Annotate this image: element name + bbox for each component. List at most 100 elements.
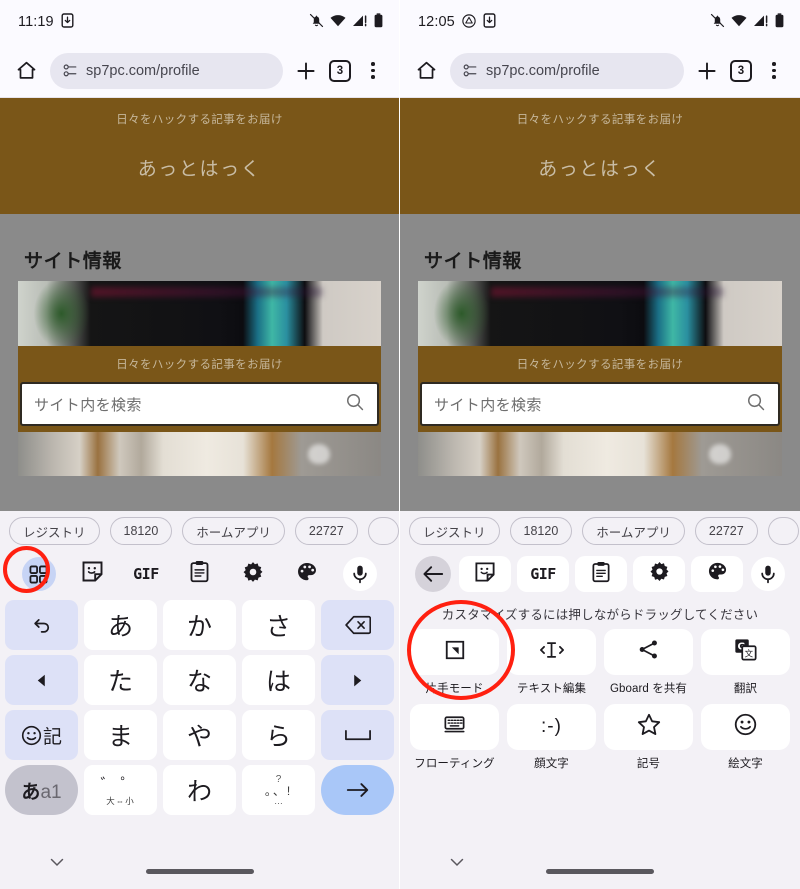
kaomoji-icon[interactable]: :-) [541,716,562,738]
toolbar-grid-apps-button[interactable] [12,556,66,592]
chevron-down-icon[interactable] [50,854,64,872]
menu-item-text-editing[interactable]: テキスト編集 [507,629,596,696]
suggestion-chip[interactable]: レジストリ [9,517,100,545]
sticker-icon[interactable] [81,560,104,588]
home-button[interactable] [11,56,41,86]
suggestion-chip[interactable]: 22727 [694,517,758,545]
overflow-menu-button[interactable] [761,57,787,85]
toolbar-voice-button[interactable] [746,556,790,592]
menu-item-symbols[interactable]: 記号 [604,704,693,771]
grid-apps-icon[interactable] [21,557,56,591]
floating-keyboard-icon[interactable] [443,715,466,740]
menu-item-floating[interactable]: フローティング [410,704,499,771]
suggestion-chip-partial[interactable] [367,517,399,545]
kana-key-ra[interactable]: ら [242,710,315,760]
settings-gear-icon[interactable] [242,561,264,588]
site-search-placeholder: サイト内を検索 [434,396,542,414]
emoji-smiley-icon[interactable] [734,713,757,741]
emoji-symbol-key[interactable]: 記 [5,710,78,760]
toolbar-sticker-button[interactable] [66,556,120,592]
home-button[interactable] [411,56,441,86]
search-icon[interactable] [746,392,766,417]
address-bar[interactable]: sp7pc.com/profile [450,52,684,89]
punctuation-key[interactable]: ? 。、! … [242,765,315,815]
new-tab-button[interactable] [292,57,320,85]
toolbar-back-button[interactable] [410,556,456,592]
address-bar[interactable]: sp7pc.com/profile [50,52,283,89]
suggestion-chip[interactable]: ホームアプリ [182,517,285,545]
gif-icon[interactable]: GIF [133,565,159,583]
space-key[interactable] [321,710,394,760]
tab-switcher-button[interactable]: 3 [730,59,752,82]
back-arrow-icon[interactable] [415,556,451,592]
browser-toolbar-right: sp7pc.com/profile 3 [400,44,800,98]
toolbar-clipboard-button[interactable] [173,556,227,592]
tab-switcher-button[interactable]: 3 [329,59,351,82]
kana-key-wa[interactable]: わ [163,765,236,815]
browser-toolbar-left: sp7pc.com/profile 3 [0,44,399,98]
address-bar-url: sp7pc.com/profile [486,62,600,79]
status-right-group [710,13,784,31]
menu-item-kaomoji[interactable]: :-) 顔文字 [507,704,596,771]
theme-palette-icon[interactable] [707,561,728,587]
menu-item-translate[interactable]: G文 翻訳 [701,629,790,696]
kana-key-ka[interactable]: か [163,600,236,650]
undo-key[interactable] [5,600,78,650]
microphone-icon[interactable] [751,557,785,591]
menu-item-share-gboard[interactable]: Gboard を共有 [604,629,693,696]
clipboard-icon[interactable] [189,560,210,588]
translate-icon[interactable]: G文 [734,638,757,666]
suggestion-chip[interactable]: ホームアプリ [582,517,685,545]
clipboard-icon[interactable] [591,561,611,588]
enter-key[interactable] [321,765,394,815]
suggestion-chip-partial[interactable] [767,517,800,545]
site-search-input[interactable]: サイト内を検索 [20,382,379,426]
kana-key-sa[interactable]: さ [242,600,315,650]
desk-photo-bottom [418,432,782,476]
site-search-input[interactable]: サイト内を検索 [420,382,780,426]
overflow-menu-button[interactable] [360,57,386,85]
backspace-key[interactable] [321,600,394,650]
dakuten-key[interactable]: ゛゜ 大⇔小 [84,765,157,815]
toolbar-theme-button[interactable] [280,556,334,592]
kana-key-a[interactable]: あ [84,600,157,650]
toolbar-settings-button[interactable] [633,556,685,592]
menu-item-emoji[interactable]: 絵文字 [701,704,790,771]
cursor-right-key[interactable] [321,655,394,705]
theme-palette-icon[interactable] [296,561,318,588]
cursor-left-key[interactable] [5,655,78,705]
sticker-icon[interactable] [474,561,496,588]
gif-icon[interactable]: GIF [530,565,556,583]
kana-key-ma[interactable]: ま [84,710,157,760]
suggestion-chip[interactable]: レジストリ [409,517,500,545]
toolbar-clipboard-button[interactable] [575,556,627,592]
suggestion-chip[interactable]: 18120 [509,517,573,545]
chevron-down-icon[interactable] [450,854,464,872]
toolbar-settings-button[interactable] [226,556,280,592]
input-mode-key[interactable]: あ a1 [5,765,78,815]
text-editing-icon[interactable] [539,639,564,666]
home-gesture-pill[interactable] [546,869,654,874]
search-icon[interactable] [345,392,365,417]
share-icon[interactable] [637,638,660,666]
suggestion-chip[interactable]: 18120 [109,517,173,545]
system-nav-bar-left [0,840,399,889]
toolbar-theme-button[interactable] [691,556,743,592]
settings-gear-icon[interactable] [649,561,670,587]
toolbar-gif-button[interactable]: GIF [517,556,569,592]
toolbar-gif-button[interactable]: GIF [119,556,173,592]
system-nav-bar-right [400,840,800,889]
kana-key-ha[interactable]: は [242,655,315,705]
home-gesture-pill[interactable] [145,869,254,874]
menu-item-one-handed-mode[interactable]: 片手モード [410,629,499,696]
one-handed-mode-icon[interactable] [444,639,466,666]
suggestion-chip[interactable]: 22727 [294,517,358,545]
kana-key-na[interactable]: な [163,655,236,705]
symbols-star-icon[interactable] [637,713,661,741]
new-tab-button[interactable] [693,57,721,85]
microphone-icon[interactable] [343,557,378,591]
kana-key-ya[interactable]: や [163,710,236,760]
toolbar-voice-button[interactable] [333,556,387,592]
kana-key-ta[interactable]: た [84,655,157,705]
toolbar-sticker-button[interactable] [459,556,511,592]
